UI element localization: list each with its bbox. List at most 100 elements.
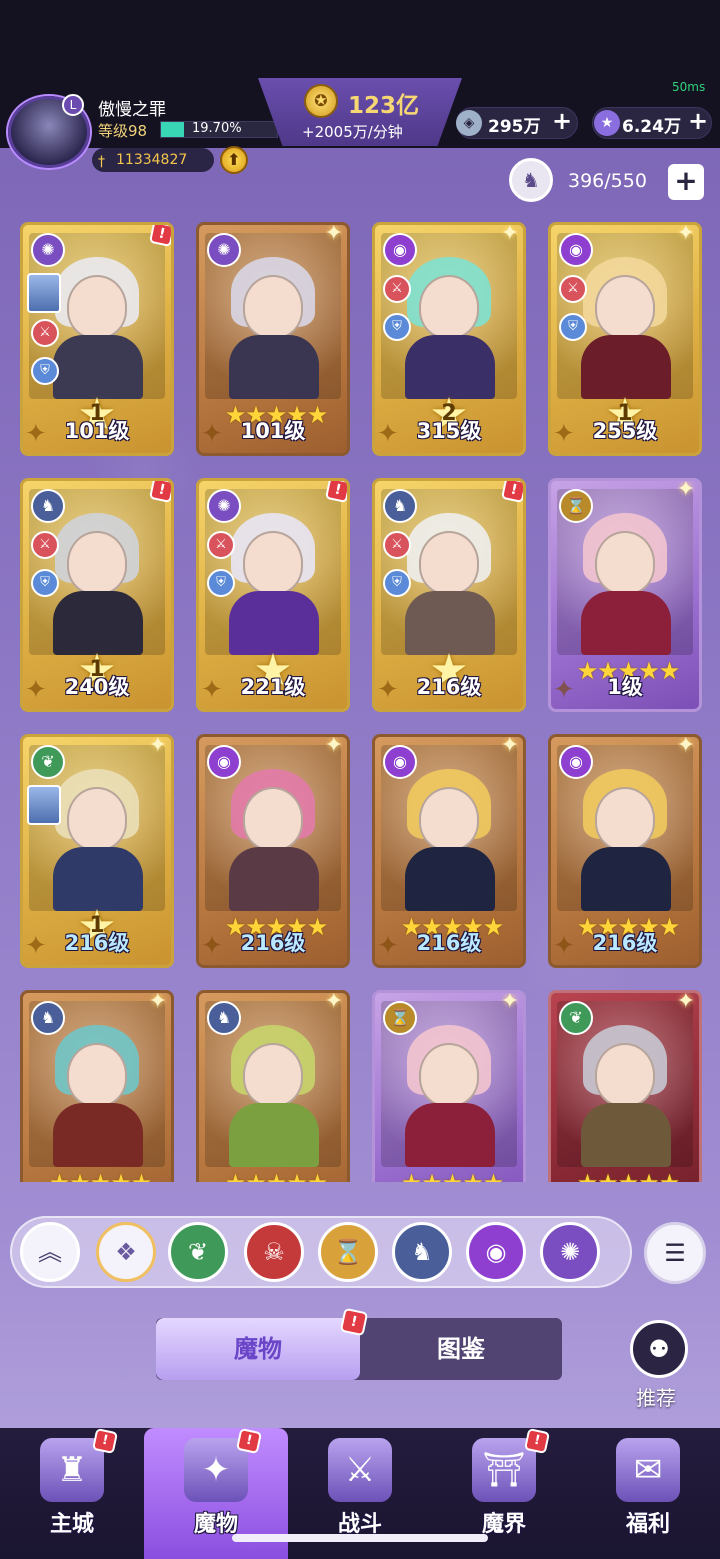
monster-body: [581, 591, 671, 655]
filter-hourglass-button[interactable]: ⌛: [318, 1222, 378, 1282]
sparkle-icon: ✦: [324, 222, 343, 246]
monster-body: [405, 1103, 495, 1167]
alert-badge: !: [500, 481, 523, 504]
alert-badge: !: [523, 1427, 551, 1455]
monster-card[interactable]: ◉ ⚔ ⛨ ✦ ★ 2 ✦ 315级: [372, 222, 526, 456]
exp-bar-fill: [161, 122, 184, 137]
power-up-button[interactable]: ⬆: [220, 146, 248, 174]
alert-badge: !: [148, 225, 171, 248]
monster-level: 101级: [64, 419, 130, 443]
alert-badge: !: [235, 1427, 263, 1455]
shield-icon: ⛨: [31, 357, 59, 385]
exp-percent: 19.70%: [192, 121, 242, 136]
crystal-add-button[interactable]: +: [688, 107, 708, 135]
monster-face: [243, 275, 303, 339]
home-indicator: [232, 1534, 488, 1542]
sparkle-icon: ✦: [676, 734, 695, 758]
monster-face: [419, 275, 479, 339]
monster-card[interactable]: ✺ ⚔ ⛨! ★ ✦ 221级: [196, 478, 350, 712]
monster-card[interactable]: ◉ ✦ ★★★★★ ✦ 216级: [548, 734, 702, 968]
filter-swirl-button[interactable]: ✺: [540, 1222, 600, 1282]
sort-button[interactable]: ☰: [644, 1222, 706, 1284]
filter-leaf-button[interactable]: ❦: [168, 1222, 228, 1282]
monster-face: [67, 787, 127, 851]
monster-level: 315级: [416, 419, 482, 443]
latency-readout: 50ms: [672, 80, 706, 94]
dragon-faction-icon: ♞: [383, 489, 417, 523]
monster-card[interactable]: ⌛✦★★★★★✦: [372, 990, 526, 1182]
monster-level: 101级: [240, 419, 306, 443]
leaf-faction-icon: ❦: [559, 1001, 593, 1035]
capacity-add-button[interactable]: +: [668, 164, 704, 200]
shield-icon: ⛨: [383, 313, 411, 341]
monster-level: 216级: [592, 931, 658, 955]
gold-rate: +2005万/分钟: [302, 123, 403, 141]
nav-castle[interactable]: ♜ 主城!: [0, 1427, 144, 1559]
star-rating: ★★★★★: [555, 1169, 699, 1182]
swirl-faction-icon: ✺: [207, 489, 241, 523]
monster-card[interactable]: ♞✦★★★★★✦: [196, 990, 350, 1182]
attack-icon: ⚔: [31, 531, 59, 559]
monster-card[interactable]: ♞ ⚔ ⛨! ★ 1 ✦ 240级: [20, 478, 174, 712]
swirl-faction-icon: ✺: [31, 233, 65, 267]
monster-card[interactable]: ◉ ✦ ★★★★★ ✦ 216级: [372, 734, 526, 968]
swirl-faction-icon: ✺: [207, 233, 241, 267]
filter-eye-button[interactable]: ◉: [466, 1222, 526, 1282]
combat-power-value: 11334827: [116, 152, 188, 168]
nav-label: 主城: [49, 1512, 94, 1537]
sparkle-icon: ✦: [500, 222, 519, 246]
sparkle-icon: ✦: [676, 222, 695, 246]
monster-face: [67, 531, 127, 595]
hourglass-faction-icon: ⌛: [559, 489, 593, 523]
sparkle-icon: ✦: [500, 734, 519, 758]
sparkle-icon: ✦: [148, 990, 167, 1014]
hourglass-faction-icon: ⌛: [383, 1001, 417, 1035]
monster-card[interactable]: ◉ ✦ ★★★★★ ✦ 216级: [196, 734, 350, 968]
monster-card[interactable]: ⌛ ✦ ★★★★★ ✦ 1级: [548, 478, 702, 712]
battle-icon: ⚔: [328, 1438, 392, 1502]
attack-icon: ⚔: [383, 531, 411, 559]
tab-monsters[interactable]: 魔物: [156, 1318, 360, 1380]
monster-level: 216级: [240, 931, 306, 955]
monster-card[interactable]: ◉ ⚔ ⛨ ✦ ★ 1 ✦ 255级: [548, 222, 702, 456]
monster-level: 1级: [607, 675, 643, 699]
monster-card[interactable]: ❦ ✦ ★ 1 ✦ 216级: [20, 734, 174, 968]
crystal-amount: 6.24万: [622, 117, 681, 137]
monster-face: [595, 787, 655, 851]
leaf-faction-icon: ❦: [31, 745, 65, 779]
monster-card[interactable]: ✺ ⚔ ⛨! ★ 1 ✦ 101级: [20, 222, 174, 456]
monster-card[interactable]: ♞ ⚔ ⛨! ★ ✦ 216级: [372, 478, 526, 712]
shield-icon: ⛨: [31, 569, 59, 597]
star-rating: ★★★★★: [27, 1169, 171, 1182]
gem-amount: 295万: [488, 117, 541, 137]
recommend-button[interactable]: ⚉: [630, 1320, 688, 1378]
monster-grid: ✺ ⚔ ⛨! ★ 1 ✦ 101级 ✺ ✦ ★★★★★ ✦ 101级 ◉ ⚔ ⛨ ✦ ★ 2 ✦ 315级 ◉ ⚔ ⛨ ✦ ★ 1…: [0, 212, 720, 1182]
monster-face: [67, 275, 127, 339]
monster-card[interactable]: ♞✦★★★★★✦: [20, 990, 174, 1182]
alert-badge: !: [324, 481, 347, 504]
monster-card[interactable]: ❦✦★★★★★✦: [548, 990, 702, 1182]
monster-body: [53, 1103, 143, 1167]
monster-face: [419, 787, 479, 851]
eye-faction-icon: ◉: [559, 745, 593, 779]
filter-all-button[interactable]: ❖: [96, 1222, 156, 1282]
monster-level: 221级: [240, 675, 306, 699]
equipped-portrait: [27, 273, 61, 313]
player-name: 傲慢之罪: [98, 100, 166, 120]
chest-icon: ✉: [616, 1438, 680, 1502]
nav-chest[interactable]: ✉ 福利: [576, 1428, 720, 1559]
attack-icon: ⚔: [383, 275, 411, 303]
recommend-label: 推荐: [636, 1386, 676, 1410]
sparkle-icon: ✦: [324, 990, 343, 1014]
monster-face: [67, 1043, 127, 1107]
tab-codex[interactable]: 图鉴: [360, 1318, 562, 1380]
dragon-faction-icon: ♞: [207, 1001, 241, 1035]
monster-card[interactable]: ✺ ✦ ★★★★★ ✦ 101级: [196, 222, 350, 456]
attack-icon: ⚔: [559, 275, 587, 303]
alert-badge: !: [91, 1427, 119, 1455]
gem-add-button[interactable]: +: [552, 107, 572, 135]
filter-demon-button[interactable]: ☠: [244, 1222, 304, 1282]
filter-dragon-button[interactable]: ♞: [392, 1222, 452, 1282]
monster-level: 216级: [416, 931, 482, 955]
filter-collapse-button[interactable]: ︽: [20, 1222, 80, 1282]
